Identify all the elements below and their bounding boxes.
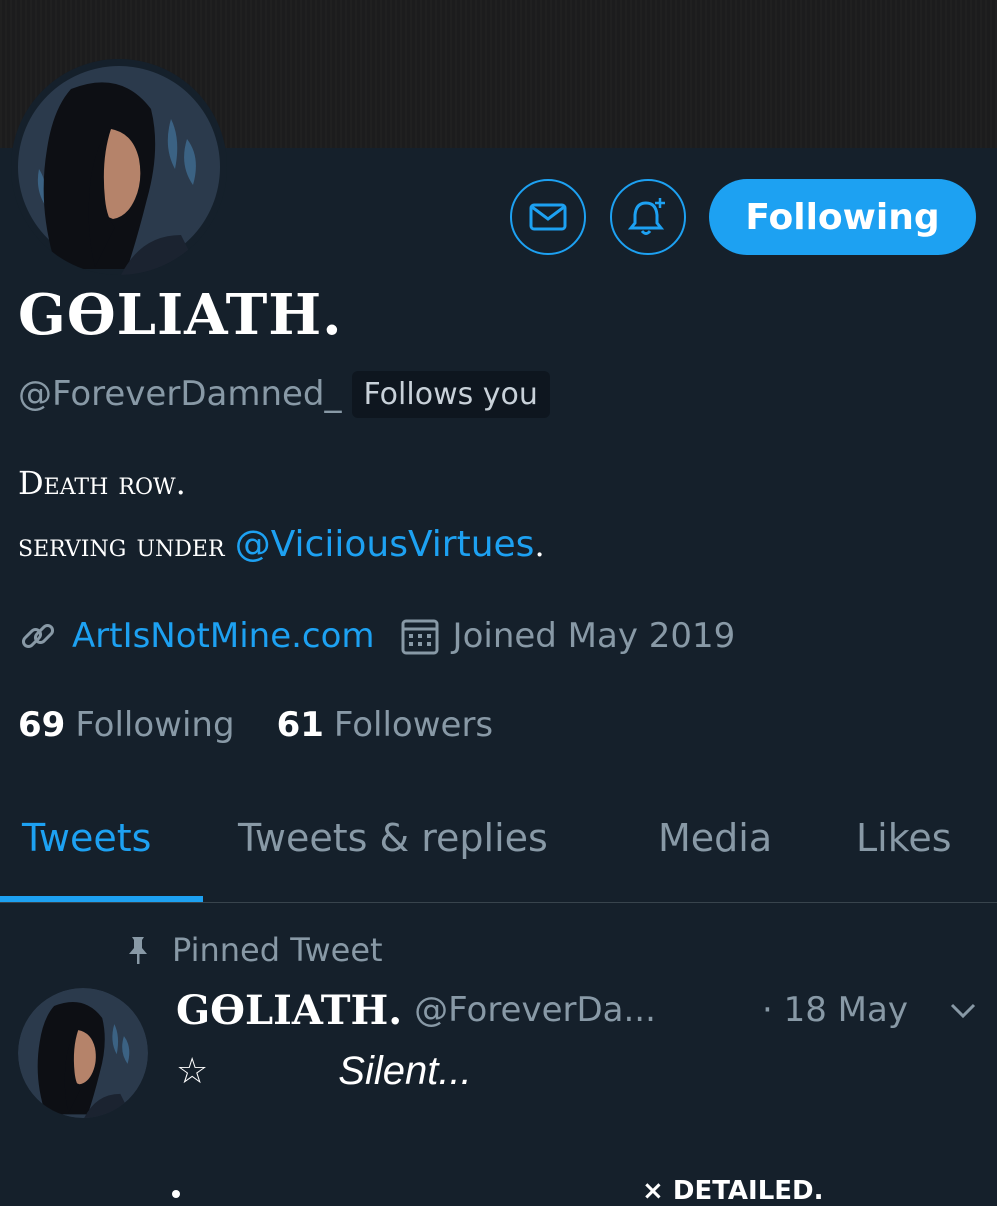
tweet-author-handle: @ForeverDa... xyxy=(414,990,656,1030)
tweet-bullet xyxy=(172,1190,180,1198)
profile-name: GӨLIATH. xyxy=(18,282,343,348)
bio-period: . xyxy=(534,526,545,564)
pinned-tweet-label: Pinned Tweet xyxy=(172,931,383,969)
tab-likes[interactable]: Likes xyxy=(856,816,952,860)
following-count: 69 xyxy=(18,705,66,745)
profile-tabs: Tweets Tweets & replies Media Likes xyxy=(0,790,997,903)
tweet-avatar[interactable] xyxy=(18,988,148,1118)
website-link[interactable]: ArtIsNotMine.com xyxy=(72,616,375,656)
tweet-author-name: GӨLIATH. xyxy=(176,986,403,1034)
tweet-text-silent: Silent... xyxy=(338,1048,472,1093)
bio-line-2: serving under @ViciiousVirtues. xyxy=(18,524,545,565)
following-button[interactable]: Following xyxy=(709,179,976,255)
profile-handle: @ForeverDamned_ xyxy=(18,374,342,414)
following-label: Following xyxy=(75,705,235,745)
profile-avatar[interactable] xyxy=(11,59,227,275)
active-tab-indicator xyxy=(0,896,203,902)
bio-line-1: Death row. xyxy=(18,464,186,502)
link-icon xyxy=(21,623,55,649)
followers-stat[interactable]: 61 Followers xyxy=(277,705,494,745)
tweet-author[interactable]: GӨLIATH. @ForeverDa... xyxy=(176,982,656,1038)
joined-date: Joined May 2019 xyxy=(452,616,736,656)
tab-media[interactable]: Media xyxy=(658,816,772,860)
detailed-prefix: × xyxy=(642,1176,664,1206)
followers-label: Followers xyxy=(333,705,494,745)
tweet-text: ☆ Silent... xyxy=(176,1044,472,1098)
tweet-text-detailed: × DETAILED. xyxy=(642,1176,824,1206)
envelope-icon xyxy=(529,203,567,231)
calendar-icon xyxy=(401,619,439,655)
follow-stats: 69 Following 61 Followers xyxy=(18,700,493,750)
bell-plus-icon xyxy=(627,198,665,235)
bio-mention-link[interactable]: @ViciiousVirtues xyxy=(235,524,535,565)
followers-count: 61 xyxy=(276,705,324,745)
pinned-tweet-header: Pinned Tweet xyxy=(126,926,383,974)
bio-text: serving under xyxy=(18,526,225,564)
handle-row: @ForeverDamned_ Follows you xyxy=(18,366,550,422)
chevron-down-icon[interactable] xyxy=(948,998,978,1022)
profile-meta: ArtIsNotMine.com Joined May 2019 xyxy=(18,610,735,662)
tab-tweets[interactable]: Tweets xyxy=(22,816,151,860)
detailed-text: DETAILED. xyxy=(672,1176,824,1206)
tab-tweets-replies[interactable]: Tweets & replies xyxy=(238,816,548,860)
follows-you-badge: Follows you xyxy=(351,370,550,418)
following-stat[interactable]: 69 Following xyxy=(18,705,235,745)
message-button[interactable] xyxy=(510,179,586,255)
star-glyph: ☆ xyxy=(176,1050,209,1092)
pin-icon xyxy=(129,937,147,964)
tweet-date[interactable]: · 18 May xyxy=(762,982,908,1038)
notifications-button[interactable] xyxy=(610,179,686,255)
